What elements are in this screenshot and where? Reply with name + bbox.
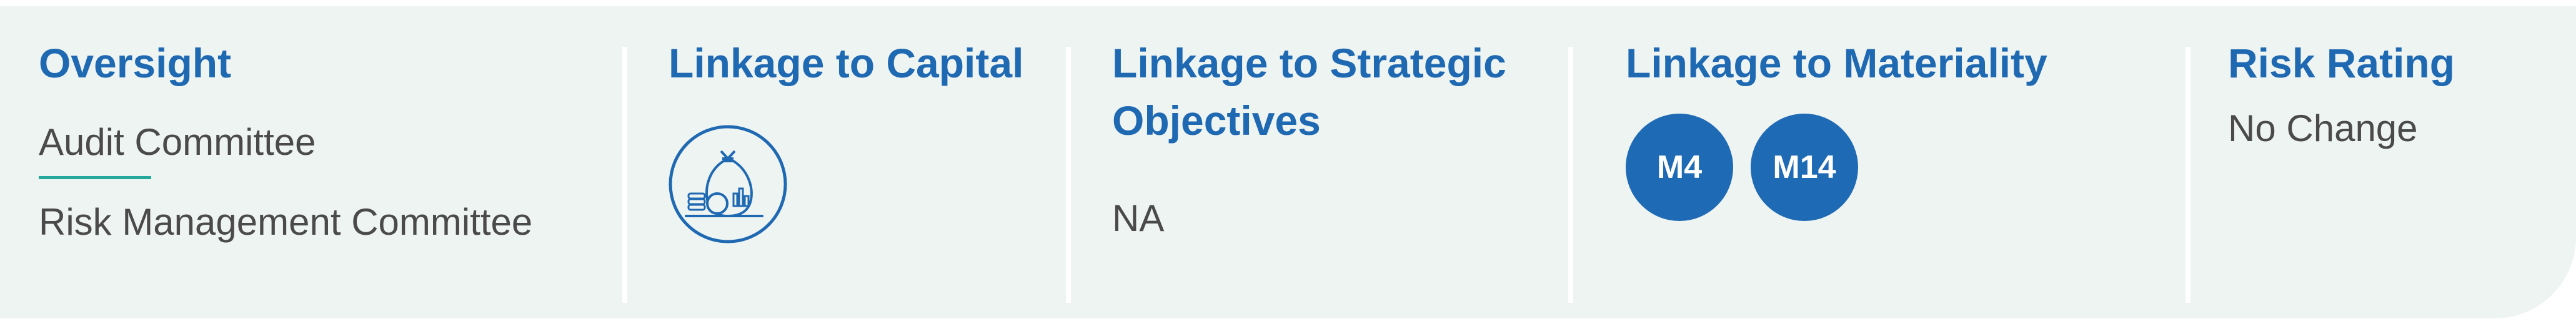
column-divider — [622, 47, 627, 303]
materiality-heading: Linkage to Materiality — [1626, 40, 2047, 86]
oversight-heading: Oversight — [39, 40, 232, 86]
risk-column: Risk Rating No Change — [2191, 6, 2565, 318]
materiality-badge-m14: M14 — [1751, 114, 1858, 221]
money-bag-icon — [669, 125, 787, 243]
oversight-item-risk-management-committee: Risk Management Committee — [39, 201, 533, 243]
materiality-badge-m4: M4 — [1626, 114, 1733, 221]
materiality-column: Linkage to Materiality M4 M14 — [1573, 6, 2186, 318]
strategic-value: NA — [1112, 197, 1165, 239]
strategic-column: Linkage to Strategic Objectives NA — [1071, 6, 1571, 318]
column-divider — [2186, 47, 2191, 303]
risk-heading: Risk Rating — [2228, 40, 2455, 86]
column-divider — [1066, 47, 1071, 303]
strategic-heading-line1: Linkage to Strategic — [1112, 40, 1506, 86]
accent-underline — [39, 176, 151, 179]
risk-summary-panel: Oversight Audit Committee Risk Managemen… — [0, 6, 2576, 318]
oversight-column: Oversight Audit Committee Risk Managemen… — [0, 6, 625, 318]
column-divider — [1568, 47, 1573, 303]
oversight-item-audit-committee: Audit Committee — [39, 121, 316, 163]
risk-value: No Change — [2228, 107, 2418, 149]
capital-column: Linkage to Capital — [627, 6, 1068, 318]
capital-heading: Linkage to Capital — [669, 40, 1024, 86]
strategic-heading-line2: Objectives — [1112, 97, 1321, 144]
